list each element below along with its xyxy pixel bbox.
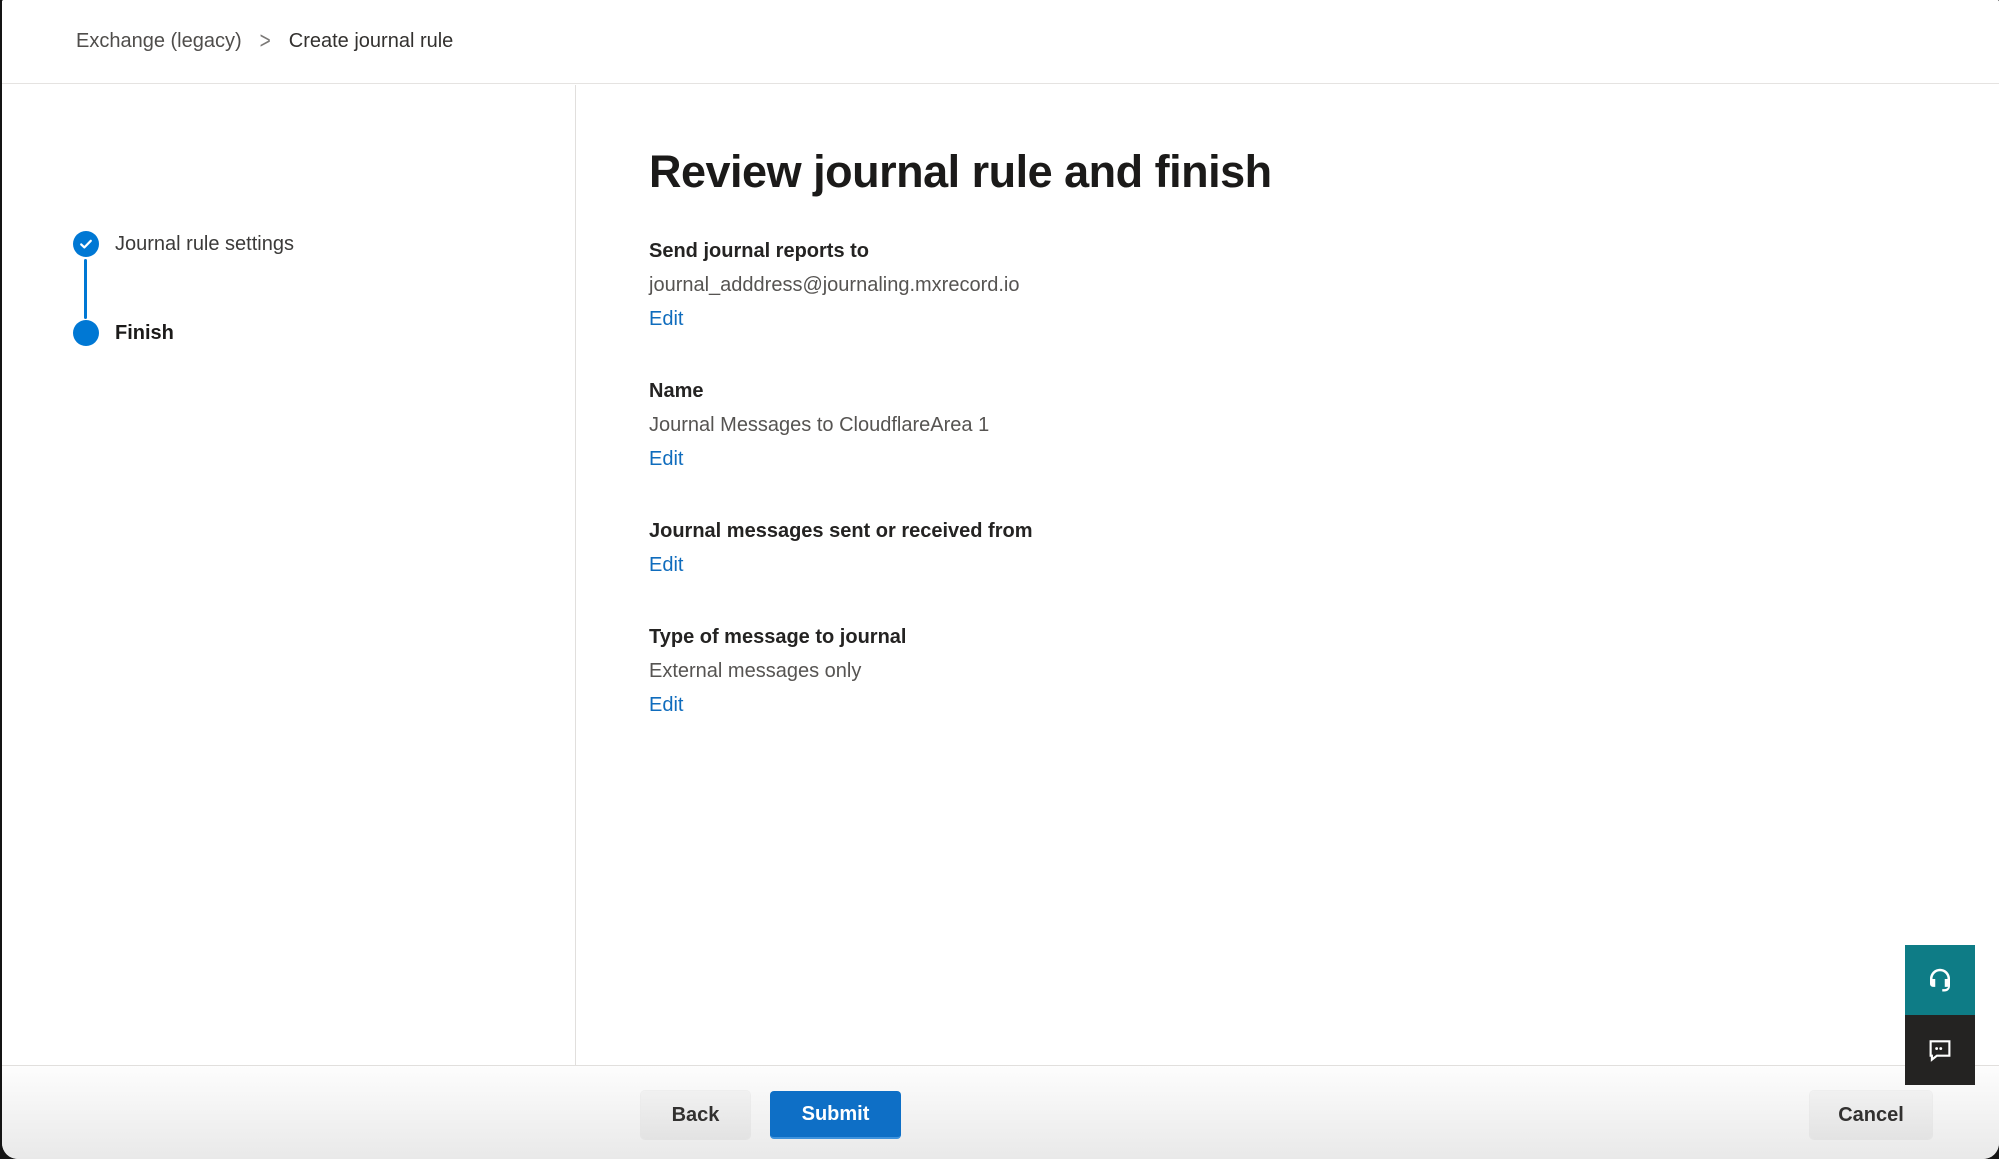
- headset-icon: [1925, 965, 1955, 995]
- breadcrumb: Exchange (legacy) > Create journal rule: [2, 0, 1999, 84]
- edit-type-of-message-link[interactable]: Edit: [649, 692, 683, 718]
- section-name: Name Journal Messages to CloudflareArea …: [649, 378, 1879, 472]
- wizard-step-label: Finish: [115, 322, 174, 345]
- chevron-right-icon: >: [260, 28, 271, 56]
- cancel-button[interactable]: Cancel: [1810, 1091, 1932, 1139]
- section-label: Send journal reports to: [649, 238, 1879, 264]
- review-sections: Send journal reports to journal_adddress…: [649, 238, 1879, 718]
- step-completed-check-icon: [73, 231, 99, 257]
- wizard-step-finish[interactable]: Finish: [73, 320, 174, 346]
- submit-button[interactable]: Submit: [770, 1091, 901, 1139]
- section-value: journal_adddress@journaling.mxrecord.io: [649, 272, 1879, 298]
- section-send-journal-reports-to: Send journal reports to journal_adddress…: [649, 238, 1879, 332]
- edit-send-journal-reports-link[interactable]: Edit: [649, 306, 683, 332]
- chat-icon: [1925, 1035, 1955, 1065]
- wizard-step-label: Journal rule settings: [115, 233, 294, 256]
- section-type-of-message: Type of message to journal External mess…: [649, 624, 1879, 718]
- help-support-button[interactable]: [1905, 945, 1975, 1015]
- wizard-step-journal-rule-settings[interactable]: Journal rule settings: [73, 231, 294, 257]
- edit-journal-messages-scope-link[interactable]: Edit: [649, 552, 683, 578]
- back-button[interactable]: Back: [641, 1091, 750, 1139]
- feedback-chat-button[interactable]: [1905, 1015, 1975, 1085]
- action-bar: Back Submit Cancel: [2, 1065, 1999, 1159]
- section-label: Journal messages sent or received from: [649, 518, 1879, 544]
- step-current-dot-icon: [73, 320, 99, 346]
- step-connector-line: [84, 259, 87, 319]
- section-value: External messages only: [649, 658, 1879, 684]
- section-journal-messages-scope: Journal messages sent or received from E…: [649, 518, 1879, 578]
- wizard-steps-sidebar: Journal rule settings Finish: [2, 85, 576, 1066]
- breadcrumb-exchange-legacy[interactable]: Exchange (legacy): [76, 30, 242, 53]
- section-label: Name: [649, 378, 1879, 404]
- app-window: Exchange (legacy) > Create journal rule …: [2, 0, 1999, 1159]
- review-pane: Review journal rule and finish Send jour…: [649, 146, 1879, 764]
- section-label: Type of message to journal: [649, 624, 1879, 650]
- page-title: Review journal rule and finish: [649, 146, 1879, 198]
- section-value: Journal Messages to CloudflareArea 1: [649, 412, 1879, 438]
- breadcrumb-create-journal-rule: Create journal rule: [289, 30, 454, 53]
- edit-name-link[interactable]: Edit: [649, 446, 683, 472]
